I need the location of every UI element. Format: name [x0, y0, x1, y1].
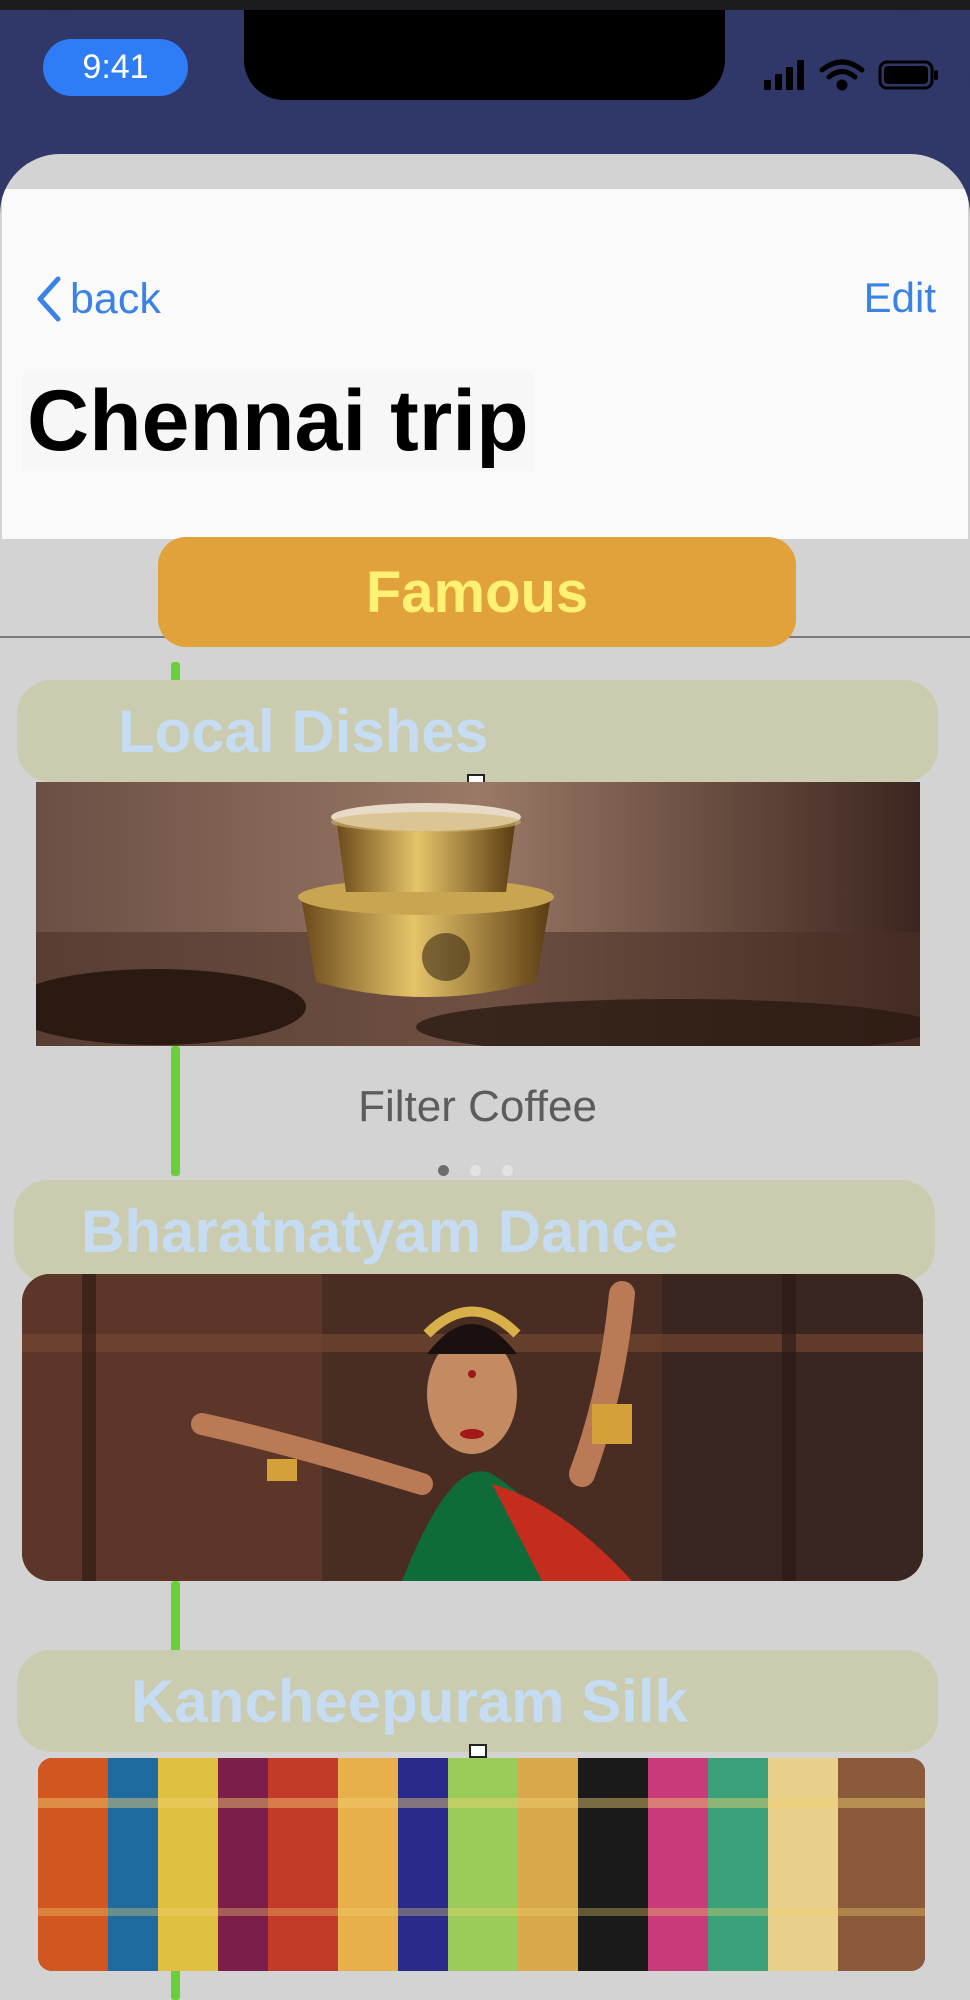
navigation-header: [2, 189, 968, 539]
top-edge: [0, 0, 970, 10]
page-dot-active[interactable]: [438, 1165, 449, 1176]
resize-handle[interactable]: [469, 1744, 487, 1758]
edit-button[interactable]: Edit: [864, 274, 936, 322]
filter-coffee-photo[interactable]: [36, 782, 920, 1046]
page-dot[interactable]: [502, 1165, 513, 1176]
page-title: Chennai trip: [23, 372, 533, 471]
page-indicator[interactable]: [438, 1165, 513, 1176]
item-title: Kancheepuram Silk: [131, 1667, 688, 1735]
back-label: back: [70, 274, 161, 323]
screen: back Edit Chennai trip Famous Local Dish…: [0, 154, 970, 2000]
battery-icon: [878, 60, 938, 90]
chevron-left-icon: [37, 276, 61, 322]
kancheepuram-silk-photo[interactable]: [38, 1758, 925, 1971]
list-item-kancheepuram-silk[interactable]: Kancheepuram Silk: [17, 1650, 938, 1752]
wifi-icon: [819, 59, 865, 91]
bharatnatyam-dance-photo[interactable]: [22, 1274, 923, 1581]
item-title: Local Dishes: [118, 697, 489, 765]
notch: [244, 10, 725, 100]
page-dot[interactable]: [470, 1165, 481, 1176]
signal-icon: [764, 60, 804, 90]
status-time: 9:41: [43, 39, 188, 96]
status-icons: [762, 52, 942, 94]
item-title: Bharatnatyam Dance: [81, 1197, 678, 1265]
item-caption: Filter Coffee: [358, 1082, 597, 1131]
tab-famous[interactable]: Famous: [158, 537, 796, 647]
list-item-bharatnatyam-dance[interactable]: Bharatnatyam Dance: [14, 1180, 935, 1282]
list-item-local-dishes[interactable]: Local Dishes: [17, 680, 938, 782]
back-button[interactable]: back: [36, 269, 161, 329]
